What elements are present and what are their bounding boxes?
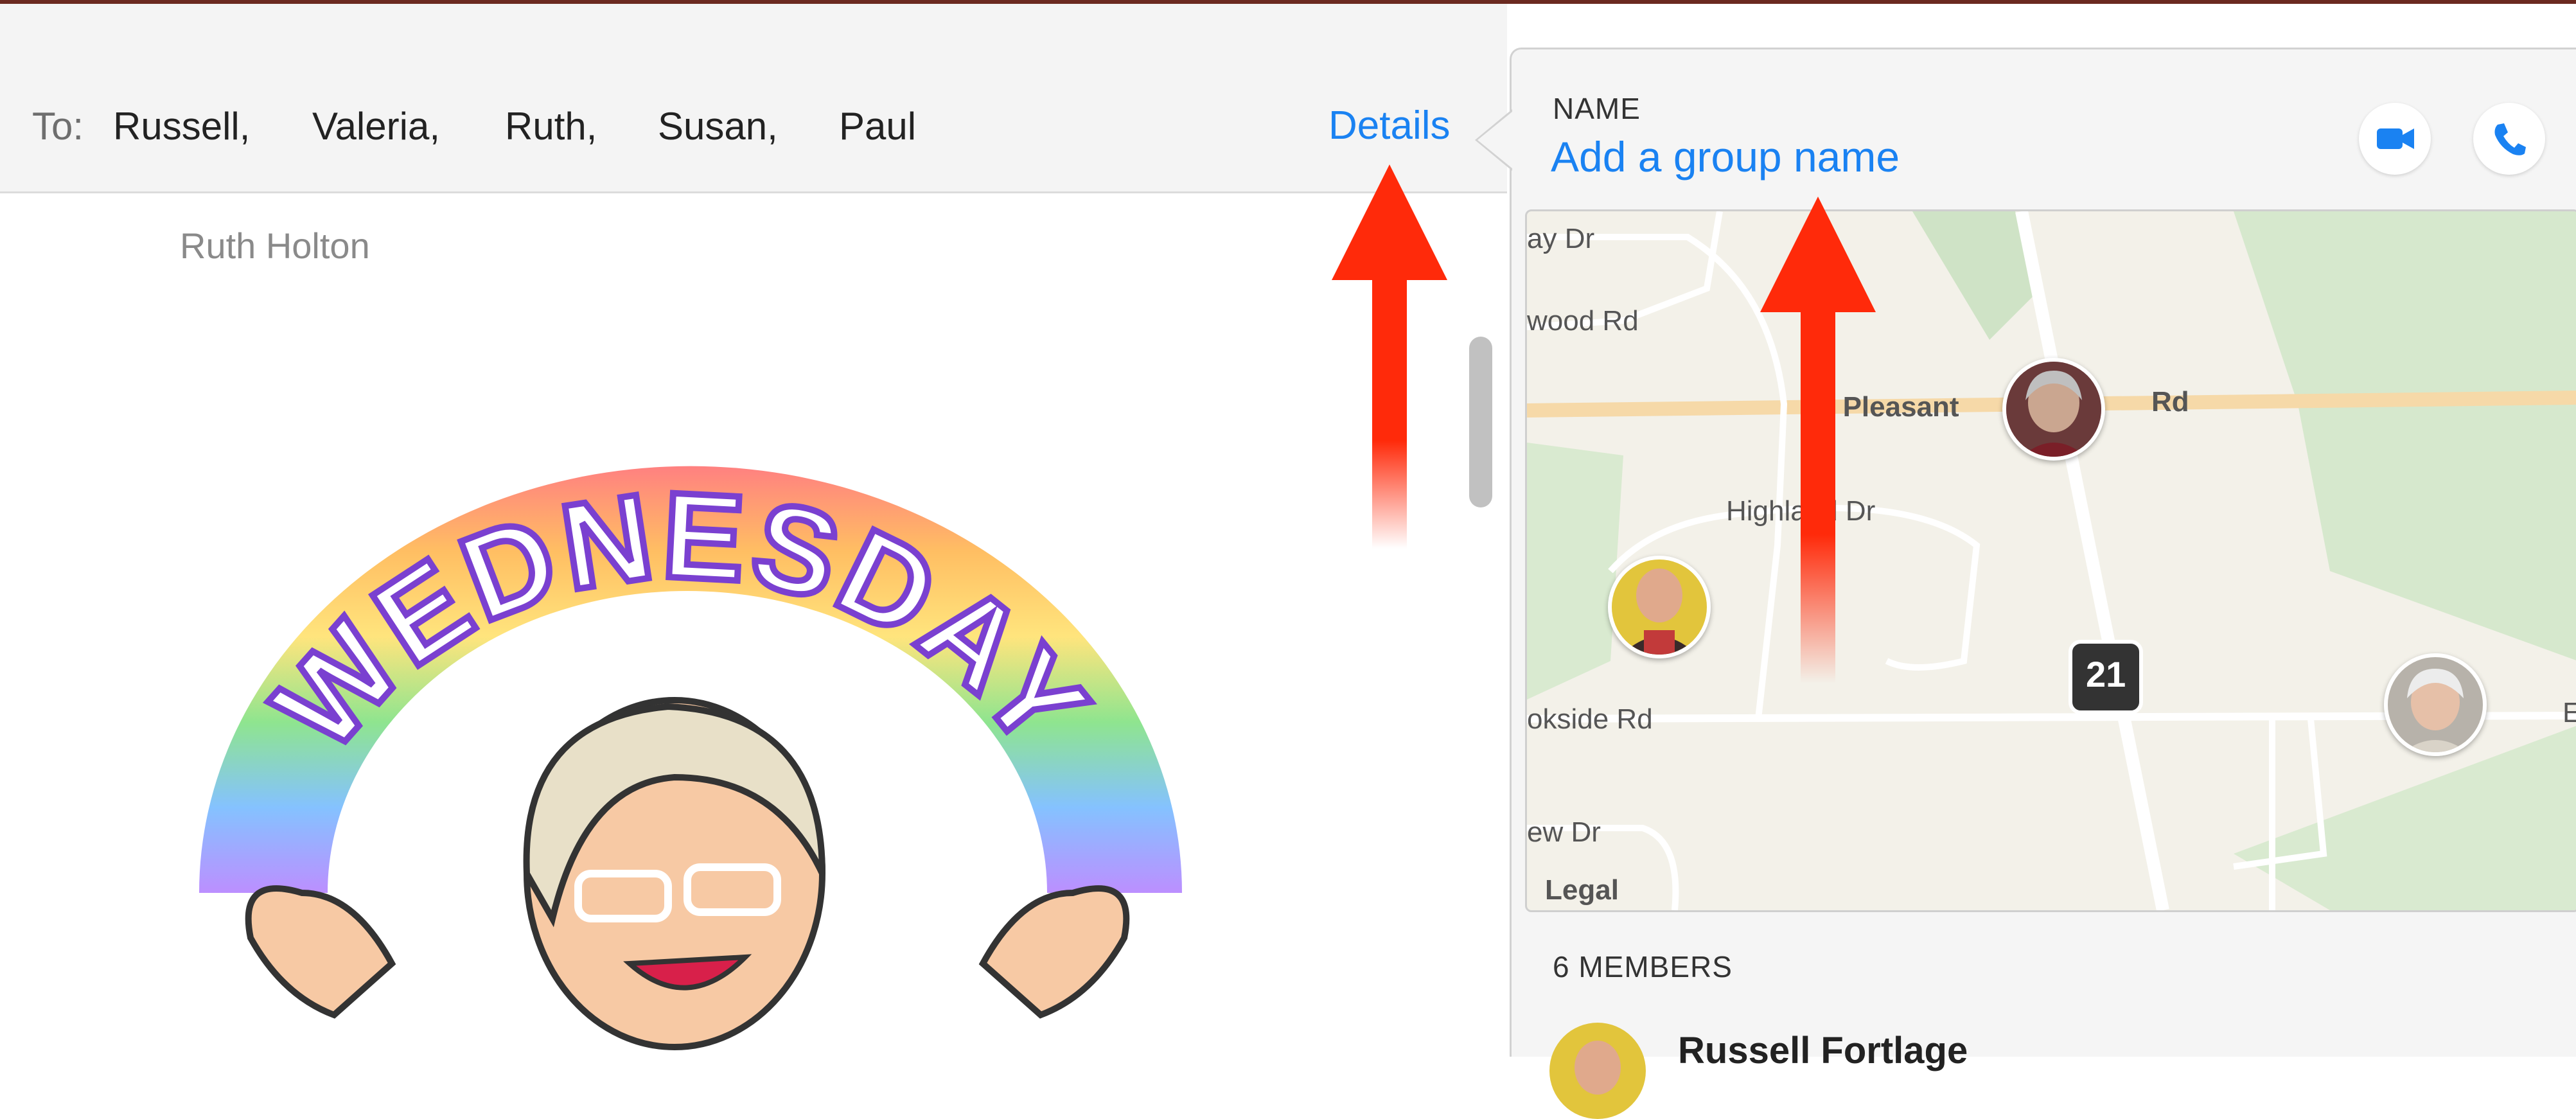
name-caption: NAME: [1553, 92, 1641, 125]
member-name[interactable]: Russell Fortlage: [1678, 1029, 1968, 1072]
recipient-paul[interactable]: Paul: [839, 104, 916, 148]
video-camera-icon: [2377, 128, 2414, 149]
map-label: E: [2563, 697, 2576, 729]
person-photo-icon: [1612, 560, 1707, 655]
recipient-bar: [0, 4, 1507, 193]
member-avatar[interactable]: [1549, 1023, 1646, 1119]
annotation-arrow-details: [1332, 164, 1447, 549]
wednesday-sticker-image: WEDNESDAY: [199, 464, 1183, 1050]
map-label: E Pleasant: [1816, 391, 1959, 423]
map-label: okside Rd: [1527, 703, 1653, 735]
annotation-arrow-group-name: [1760, 197, 1876, 683]
memoji-sticker[interactable]: WEDNESDAY: [141, 385, 1233, 1055]
popover-pointer-fill: [1478, 112, 1512, 168]
recipient-susan[interactable]: Susan,: [658, 104, 778, 148]
map-label: ay Dr: [1527, 223, 1595, 254]
phone-icon: [2494, 123, 2526, 155]
member-avatar-map[interactable]: [2384, 653, 2487, 756]
sender-name: Ruth Holton: [180, 225, 370, 266]
map-legal-label[interactable]: Legal: [1545, 874, 1619, 906]
recipient-russell[interactable]: Russell,: [113, 104, 250, 148]
map-roads: [1527, 211, 2576, 910]
map-label: Rd: [2151, 386, 2189, 418]
video-call-button[interactable]: [2359, 103, 2431, 175]
recipient-valeria[interactable]: Valeria,: [312, 104, 440, 148]
member-avatar-map[interactable]: [1608, 556, 1711, 658]
audio-call-button[interactable]: [2473, 103, 2545, 175]
map-label: wood Rd: [1527, 305, 1639, 337]
person-photo-icon: [2006, 362, 2101, 457]
person-photo-icon: [2388, 657, 2483, 752]
location-map[interactable]: 21 ay Dr wood Rd E Pleasant Rd Highland …: [1525, 209, 2576, 912]
route-shield-number: 21: [2086, 654, 2126, 694]
conversation-scrollbar[interactable]: [1469, 337, 1492, 507]
map-label: ew Dr: [1527, 816, 1601, 848]
recipient-ruth[interactable]: Ruth,: [505, 104, 597, 148]
person-photo-icon: [1575, 1041, 1621, 1095]
details-button[interactable]: Details: [1328, 103, 1451, 148]
to-label: To:: [32, 105, 84, 148]
members-count: 6 MEMBERS: [1553, 950, 1733, 983]
group-name-field[interactable]: Add a group name: [1551, 132, 1900, 181]
member-avatar-map[interactable]: [2002, 358, 2105, 461]
